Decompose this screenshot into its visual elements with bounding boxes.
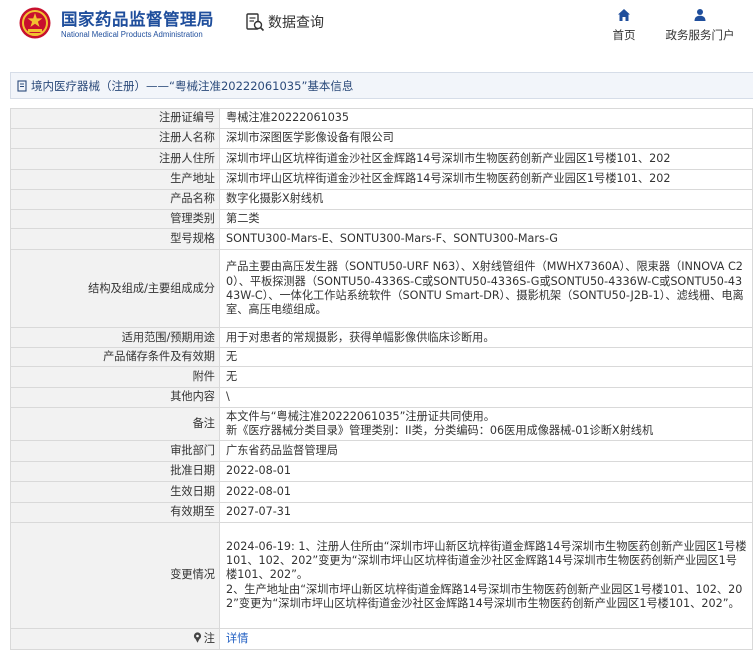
table-row: 其他内容 \ [10, 387, 753, 408]
field-label: 变更情况 [10, 522, 220, 630]
field-label-text: 注册证编号 [159, 111, 215, 125]
field-value: 第二类 [219, 208, 753, 230]
field-label: 其他内容 [10, 387, 220, 408]
table-row: 变更情况 2024-06-19: 1、注册人住所由“深圳市坪山新区坑梓街道金辉路1… [10, 522, 753, 630]
field-value: 2022-08-01 [219, 461, 753, 483]
field-label: 注册人住所 [10, 148, 220, 170]
field-label: 结构及组成/主要组成成分 [10, 249, 220, 329]
data-query-label[interactable]: 数据查询 [245, 12, 324, 32]
field-label-text: 产品名称 [170, 192, 215, 206]
nav-government-portal[interactable]: 政务服务门户 [661, 8, 739, 43]
field-label: 审批部门 [10, 440, 220, 463]
field-value: \ [219, 387, 753, 408]
data-query-text: 数据查询 [268, 15, 324, 31]
field-label-text: 管理类别 [170, 212, 215, 225]
field-label-text: 产品储存条件及有效期 [103, 350, 215, 364]
table-row: 注册证编号 粤械注准20222061035 [10, 108, 753, 129]
field-label: 生产地址 [10, 169, 220, 190]
field-value-line: 本文件与“粤械注准20222061035”注册证共同使用。 [226, 409, 495, 423]
table-row: 注册人住所 深圳市坪山区坑梓街道金沙社区金辉路14号深圳市生物医药创新产业园区1号… [10, 148, 753, 170]
field-value: 无 [219, 366, 753, 389]
field-label: 备注 [10, 406, 220, 442]
field-label-text: 适用范围/预期用途 [121, 330, 215, 344]
field-label: 管理类别 [10, 208, 220, 230]
record-title: 境内医疗器械（注册）——“粤械注准20222061035”基本信息 [31, 78, 354, 93]
table-row: 审批部门 广东省药品监督管理局 [10, 440, 753, 463]
field-label: 附件 [10, 366, 220, 389]
field-value: 详情 [219, 628, 753, 651]
table-row: 批准日期 2022-08-01 [10, 461, 753, 483]
field-label: 注册人名称 [10, 128, 220, 149]
field-value: 数字化摄影X射线机 [219, 189, 753, 210]
field-label-text: 附件 [192, 370, 215, 384]
site-header: 国家药品监督管理局 National Medical Products Admi… [0, 0, 753, 52]
table-row: 生效日期 2022-08-01 [10, 481, 753, 504]
details-link[interactable]: 详情 [226, 632, 248, 645]
field-label: 适用范围/预期用途 [10, 327, 220, 349]
field-label-text: 注册人住所 [159, 151, 215, 165]
field-label-text: 批准日期 [170, 464, 215, 478]
field-label: 注 [10, 628, 220, 651]
field-label: 生效日期 [10, 481, 220, 504]
field-value: 用于对患者的常规摄影，获得单幅影像供临床诊断用。 [219, 327, 753, 349]
field-value: 2024-06-19: 1、注册人住所由“深圳市坪山新区坑梓街道金辉路14号深圳… [219, 522, 753, 630]
table-row: 注详情 [10, 628, 753, 651]
field-value-line: 2、生产地址由“深圳市坪山新区坑梓街道金辉路14号深圳市生物医药创新产业园区1号… [226, 582, 743, 610]
field-value: 本文件与“粤械注准20222061035”注册证共同使用。 新《医疗器械分类目录》… [219, 406, 753, 442]
field-label-text: 型号规格 [170, 232, 215, 246]
field-value: 深圳市坪山区坑梓街道金沙社区金辉路14号深圳市生物医药创新产业园区1号楼101、… [219, 169, 753, 190]
table-row: 产品储存条件及有效期无 [10, 347, 753, 368]
field-value-line: 新《医疗器械分类目录》管理类别：II类，分类编码：06医用成像器械-01诊断X射… [226, 423, 654, 437]
table-row: 管理类别 第二类 [10, 208, 753, 230]
pin-icon [193, 632, 201, 643]
site-logo-title[interactable]: 国家药品监督管理局 [61, 6, 214, 30]
nav-home[interactable]: 首页 [608, 8, 640, 43]
field-value: 2022-08-01 [219, 481, 753, 504]
field-label: 有效期至 [10, 502, 220, 524]
field-value: 广东省药品监督管理局 [219, 440, 753, 463]
record-title-bar: 境内医疗器械（注册）——“粤械注准20222061035”基本信息 [10, 72, 753, 99]
field-label-text: 变更情况 [170, 568, 215, 582]
document-icon [17, 79, 27, 92]
field-value: 深圳市深图医学影像设备有限公司 [219, 128, 753, 149]
field-label: 批准日期 [10, 461, 220, 483]
field-value-line: 2024-06-19: 1、注册人住所由“深圳市坪山新区坑梓街道金辉路14号深圳… [226, 540, 747, 582]
device-info-table: 注册证编号 粤械注准20222061035 注册人名称 深圳市深图医学影像设备有限公司… [10, 108, 753, 651]
field-label: 型号规格 [10, 228, 220, 251]
field-label-text: 有效期至 [170, 505, 215, 519]
table-row: 生产地址 深圳市坪山区坑梓街道金沙社区金辉路14号深圳市生物医药创新产业园区1号楼… [10, 169, 753, 190]
field-label-text: 审批部门 [170, 443, 215, 457]
field-label: 产品名称 [10, 189, 220, 210]
field-label: 注册证编号 [10, 108, 220, 129]
field-value: 2027-07-31 [219, 502, 753, 524]
document-search-icon [246, 13, 265, 32]
field-value: 产品主要由高压发生器（SONTU50-URF N63）、X射线管组件（MWHX7… [219, 249, 753, 329]
field-value: SONTU300-Mars-E、SONTU300-Mars-F、SONTU300… [219, 228, 753, 251]
national-emblem-icon [19, 7, 51, 39]
home-icon [618, 9, 630, 21]
table-row: 型号规格 SONTU300-Mars-E、SONTU300-Mars-F、SONT… [10, 228, 753, 251]
table-row: 附件无 [10, 366, 753, 389]
field-label-text: 生效日期 [170, 484, 215, 498]
table-row: 产品名称 数字化摄影X射线机 [10, 189, 753, 210]
field-value: 深圳市坪山区坑梓街道金沙社区金辉路14号深圳市生物医药创新产业园区1号楼101、… [219, 148, 753, 170]
nav-home-label: 首页 [612, 28, 636, 42]
field-value: 无 [219, 347, 753, 368]
table-row: 备注 本文件与“粤械注准20222061035”注册证共同使用。 新《医疗器械分类目… [10, 406, 753, 442]
field-label-text: 生产地址 [170, 172, 215, 186]
field-label-text: 其他内容 [170, 390, 215, 404]
site-logo-subtitle: National Medical Products Administration [61, 30, 203, 39]
field-value: 粤械注准20222061035 [219, 108, 753, 129]
table-row: 有效期至 2027-07-31 [10, 502, 753, 524]
user-icon [694, 9, 706, 21]
table-row: 注册人名称 深圳市深图医学影像设备有限公司 [10, 128, 753, 149]
field-label-text: 备注 [192, 416, 215, 430]
nav-portal-label: 政务服务门户 [665, 28, 735, 42]
field-label: 产品储存条件及有效期 [10, 347, 220, 368]
field-label-text: 注册人名称 [159, 131, 215, 145]
field-label-text: 注 [203, 631, 215, 645]
table-row: 结构及组成/主要组成成分 产品主要由高压发生器（SONTU50-URF N63）、… [10, 249, 753, 329]
table-row: 适用范围/预期用途 用于对患者的常规摄影，获得单幅影像供临床诊断用。 [10, 327, 753, 349]
field-label-text: 结构及组成/主要组成成分 [88, 281, 215, 295]
